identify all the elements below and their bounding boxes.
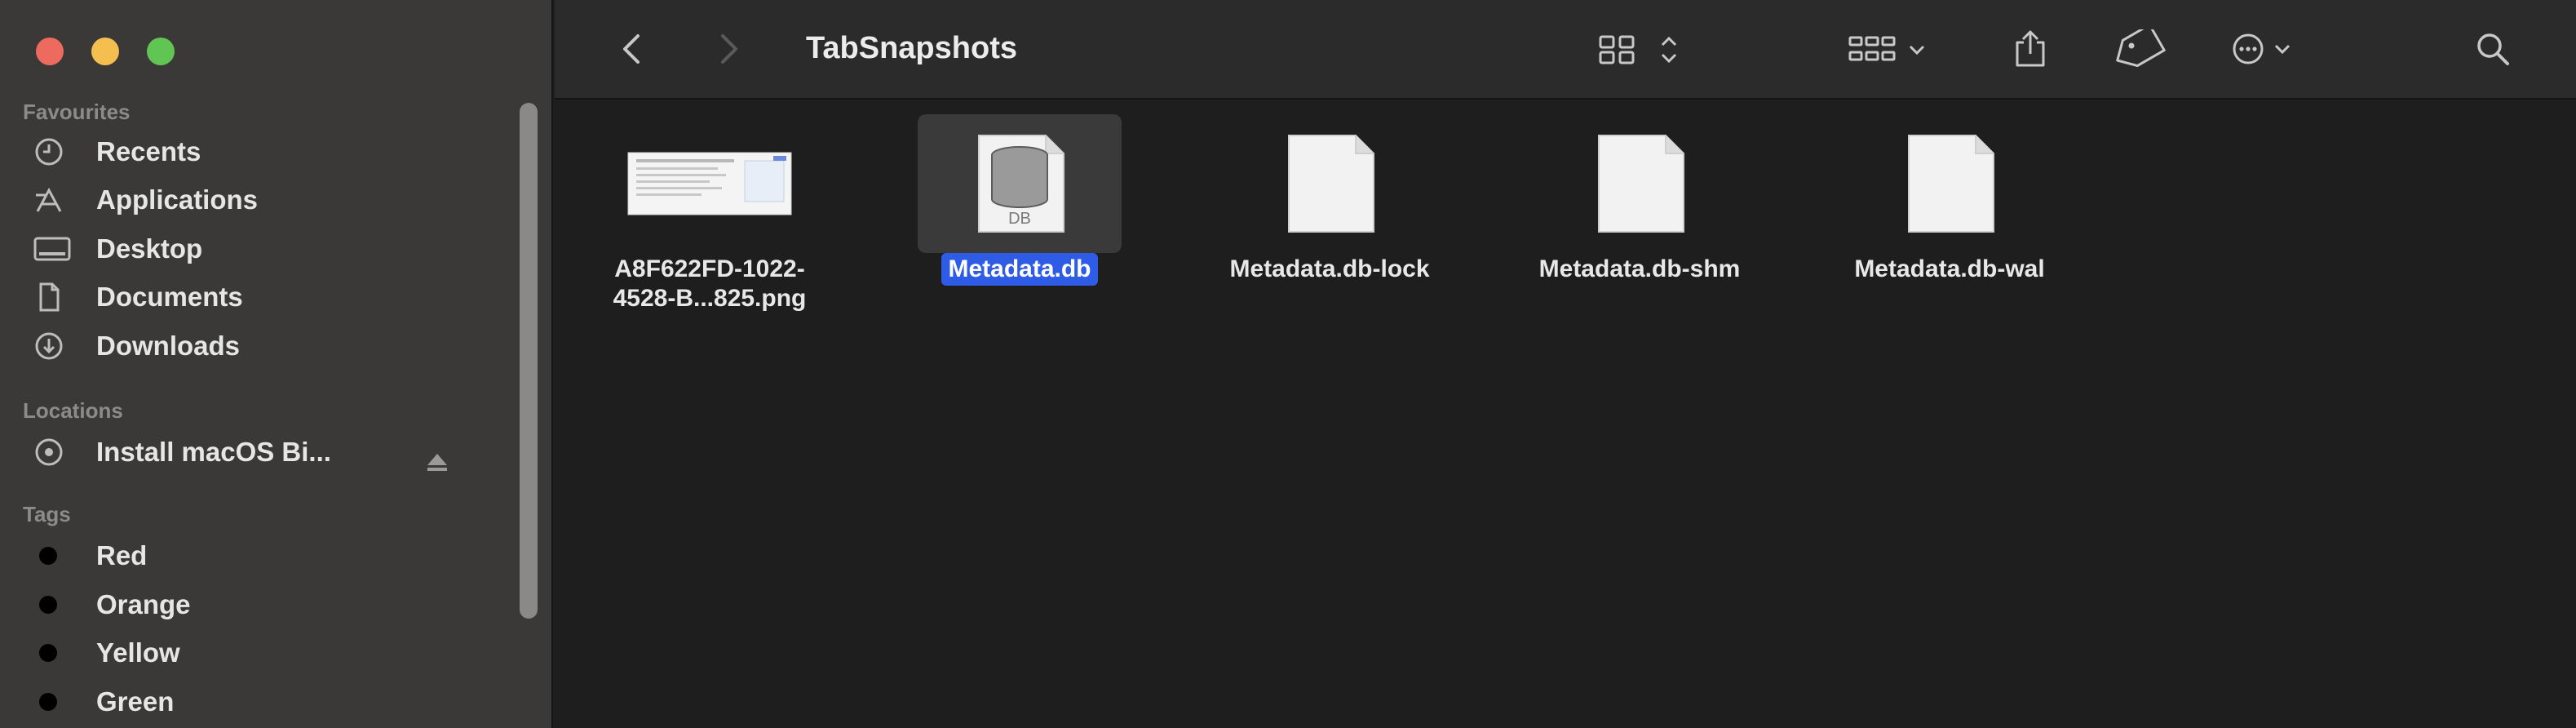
sidebar-tag-orange[interactable]: Orange bbox=[33, 584, 489, 626]
document-file-icon bbox=[1485, 114, 1795, 253]
maximize-window-button[interactable] bbox=[147, 38, 175, 65]
file-name: A8F622FD-1022- 4528-B...825.png bbox=[613, 255, 807, 312]
tag-dot-icon bbox=[33, 539, 72, 572]
sidebar: Favourites Recents Applications Desktop … bbox=[0, 0, 553, 728]
tag-dot-icon bbox=[33, 588, 72, 621]
sidebar-item-downloads[interactable]: Downloads bbox=[33, 325, 489, 367]
tag-dot-icon bbox=[33, 686, 72, 718]
sidebar-item-documents[interactable]: Documents bbox=[33, 276, 489, 318]
applications-icon bbox=[33, 184, 72, 216]
file-item-db-lock[interactable]: Metadata.db-lock bbox=[1175, 114, 1485, 286]
toolbar: TabSnapshots bbox=[555, 0, 2576, 100]
file-grid: A8F622FD-1022- 4528-B...825.png DB Metad… bbox=[555, 100, 2576, 728]
sidebar-item-label: Documents bbox=[96, 282, 243, 312]
sidebar-item-label: Yellow bbox=[96, 637, 180, 668]
sidebar-item-label: Install macOS Bi... bbox=[96, 437, 331, 467]
view-mode-button[interactable] bbox=[1597, 33, 1695, 67]
more-actions-button[interactable] bbox=[2229, 31, 2326, 67]
finder-window: Favourites Recents Applications Desktop … bbox=[0, 0, 2576, 728]
sidebar-item-applications[interactable]: Applications bbox=[33, 179, 489, 221]
sidebar-scrollbar[interactable] bbox=[520, 103, 538, 619]
file-item-png[interactable]: A8F622FD-1022- 4528-B...825.png bbox=[555, 114, 865, 315]
sidebar-tag-yellow[interactable]: Yellow bbox=[33, 632, 489, 674]
sidebar-item-recents[interactable]: Recents bbox=[33, 131, 489, 173]
file-item-db-shm[interactable]: Metadata.db-shm bbox=[1485, 114, 1795, 286]
file-name: Metadata.db-shm bbox=[1538, 255, 1741, 282]
share-icon[interactable] bbox=[2010, 29, 2051, 69]
file-item-metadata-db[interactable]: DB Metadata.db bbox=[865, 114, 1175, 286]
tags-header: Tags bbox=[23, 502, 71, 526]
window-title: TabSnapshots bbox=[806, 31, 1017, 65]
document-file-icon bbox=[1795, 114, 2105, 253]
close-window-button[interactable] bbox=[36, 38, 64, 65]
download-icon bbox=[33, 330, 72, 362]
sidebar-tag-red[interactable]: Red bbox=[33, 535, 489, 577]
sidebar-item-label: Orange bbox=[96, 589, 191, 619]
document-icon bbox=[33, 281, 72, 313]
back-button[interactable] bbox=[615, 31, 648, 67]
sidebar-item-label: Recents bbox=[96, 136, 201, 166]
sidebar-item-label: Downloads bbox=[96, 331, 241, 361]
desktop-icon bbox=[33, 233, 72, 265]
document-file-icon bbox=[1175, 114, 1485, 253]
locations-header: Locations bbox=[23, 398, 123, 423]
tag-icon[interactable] bbox=[2109, 29, 2167, 69]
file-name: Metadata.db-lock bbox=[1229, 255, 1430, 282]
forward-button[interactable] bbox=[713, 31, 746, 67]
disk-icon bbox=[33, 436, 72, 468]
group-by-button[interactable] bbox=[1847, 33, 1936, 67]
sidebar-item-label: Desktop bbox=[96, 233, 203, 264]
svg-text:DB: DB bbox=[1008, 210, 1031, 228]
sidebar-item-install-macos[interactable]: Install macOS Bi... bbox=[33, 431, 489, 473]
sidebar-item-label: Green bbox=[96, 686, 175, 717]
eject-icon[interactable] bbox=[424, 451, 450, 477]
image-thumbnail-icon bbox=[555, 114, 865, 253]
favourites-header: Favourites bbox=[23, 100, 131, 124]
sidebar-item-label: Applications bbox=[96, 184, 259, 215]
file-name: Metadata.db bbox=[941, 253, 1098, 286]
clock-icon bbox=[33, 135, 72, 168]
sidebar-item-label: Red bbox=[96, 540, 148, 570]
minimize-window-button[interactable] bbox=[91, 38, 119, 65]
sidebar-item-desktop[interactable]: Desktop bbox=[33, 228, 489, 270]
database-file-icon: DB bbox=[918, 114, 1122, 253]
file-item-db-wal[interactable]: Metadata.db-wal bbox=[1795, 114, 2105, 286]
sidebar-tag-green[interactable]: Green bbox=[33, 681, 489, 723]
search-icon[interactable] bbox=[2473, 31, 2514, 67]
file-name: Metadata.db-wal bbox=[1854, 255, 2045, 282]
tag-dot-icon bbox=[33, 637, 72, 669]
